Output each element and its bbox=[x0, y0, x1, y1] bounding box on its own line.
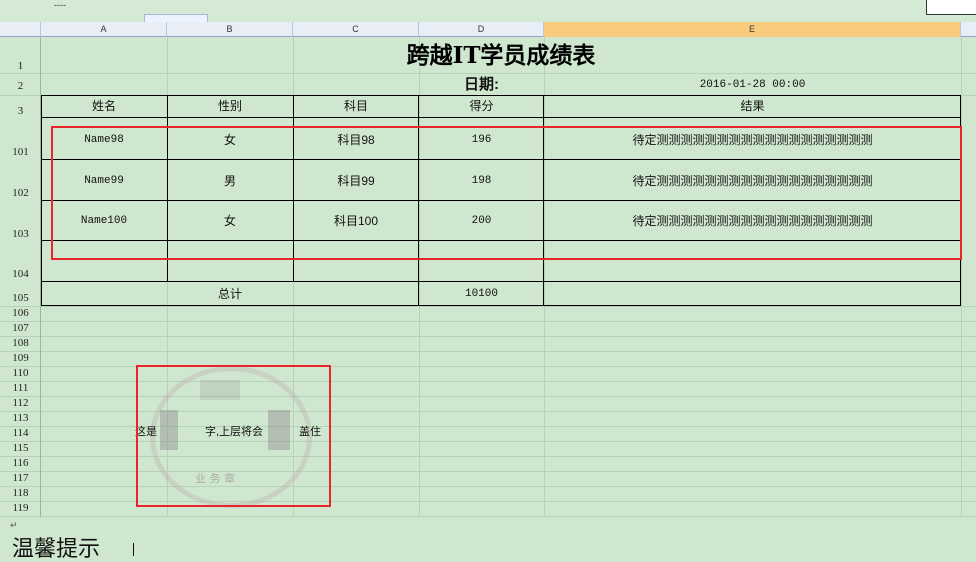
header-name: 姓名 bbox=[91, 99, 116, 113]
row-number[interactable]: 105 bbox=[0, 292, 41, 306]
row-number[interactable]: 117 bbox=[0, 472, 41, 486]
row-number[interactable]: 3 bbox=[0, 105, 41, 119]
table-border bbox=[41, 95, 42, 306]
row-number[interactable]: 103 bbox=[0, 228, 41, 242]
row-number[interactable]: 102 bbox=[0, 187, 41, 201]
total-value[interactable]: 10100 bbox=[419, 285, 544, 303]
row-number[interactable]: 111 bbox=[0, 382, 41, 396]
text-cursor bbox=[133, 543, 134, 556]
column-header-e[interactable]: E bbox=[544, 22, 961, 37]
column-header-bar: A B C D E bbox=[0, 22, 976, 37]
column-header-b[interactable]: B bbox=[167, 22, 293, 37]
row-number[interactable]: 104 bbox=[0, 268, 41, 282]
window-top-strip: ---- bbox=[0, 0, 976, 23]
row-number[interactable]: 106 bbox=[0, 307, 41, 321]
row-number[interactable]: 112 bbox=[0, 397, 41, 411]
row-number[interactable]: 108 bbox=[0, 337, 41, 351]
row-number[interactable]: 2 bbox=[0, 80, 41, 94]
gridline bbox=[0, 336, 976, 337]
date-label: 日期: bbox=[464, 76, 499, 93]
row-number[interactable]: 115 bbox=[0, 442, 41, 456]
row-number[interactable]: 119 bbox=[0, 502, 41, 516]
column-header-c[interactable]: C bbox=[293, 22, 419, 37]
topstrip-text: ---- bbox=[54, 0, 66, 10]
row-number[interactable]: 114 bbox=[0, 427, 41, 441]
table-border bbox=[41, 305, 961, 306]
row-number[interactable]: 1 bbox=[0, 60, 41, 74]
header-result: 结果 bbox=[740, 99, 765, 113]
column-header-a[interactable]: A bbox=[41, 22, 167, 37]
row-number[interactable]: 109 bbox=[0, 352, 41, 366]
table-border bbox=[41, 281, 961, 282]
column-header-d[interactable]: D bbox=[419, 22, 544, 37]
window-corner-control[interactable] bbox=[926, 0, 976, 15]
row-number[interactable]: 118 bbox=[0, 487, 41, 501]
gridline bbox=[0, 306, 976, 307]
header-gender: 性别 bbox=[217, 99, 242, 113]
row-number[interactable]: 116 bbox=[0, 457, 41, 471]
date-value: 2016-01-28 00:00 bbox=[699, 79, 806, 91]
row-number[interactable]: 110 bbox=[0, 367, 41, 381]
table-border bbox=[41, 95, 961, 96]
row-number[interactable]: 113 bbox=[0, 412, 41, 426]
header-score: 得分 bbox=[469, 99, 494, 113]
sheet-title: 跨越IT学员成绩表 bbox=[406, 42, 596, 69]
row-number[interactable]: 101 bbox=[0, 146, 41, 160]
header-subject: 科目 bbox=[343, 99, 368, 113]
row-number[interactable]: 107 bbox=[0, 322, 41, 336]
bottom-tip-text: 温馨提示 bbox=[12, 537, 101, 562]
gridline bbox=[0, 73, 976, 74]
gridline bbox=[0, 516, 976, 517]
gridline bbox=[0, 321, 976, 322]
highlight-box-rows bbox=[51, 126, 962, 260]
select-all-corner[interactable] bbox=[0, 22, 41, 37]
gridline bbox=[961, 37, 962, 517]
highlight-box-seal bbox=[136, 365, 331, 507]
table-border bbox=[41, 117, 961, 118]
gridline bbox=[0, 351, 976, 352]
total-label: 总计 bbox=[217, 287, 242, 301]
return-symbol: ↵ bbox=[10, 521, 18, 531]
